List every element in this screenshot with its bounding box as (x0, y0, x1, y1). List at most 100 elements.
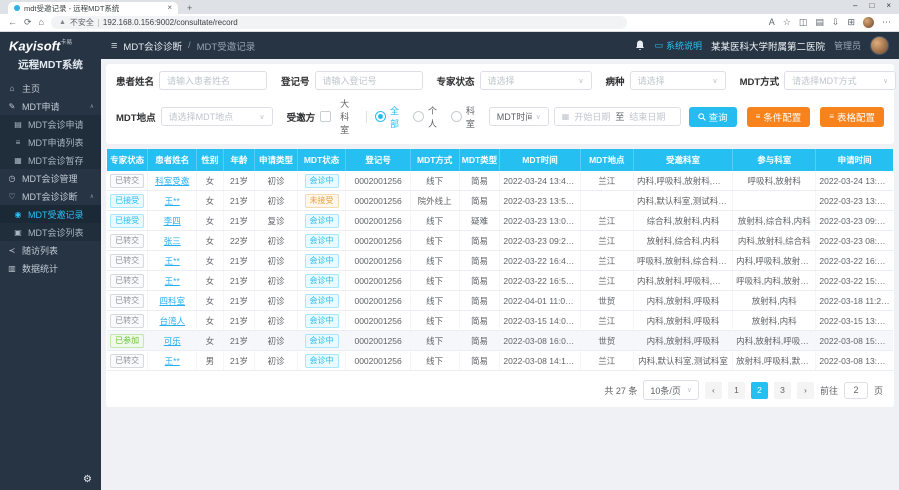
date-range-picker[interactable]: ▦ 开始日期 至 结束日期 (554, 107, 681, 126)
table-row[interactable]: 已接受王**女21岁初诊未接受0002001256院外线上简易2022-03-2… (107, 191, 893, 211)
patient-name-link[interactable]: 王** (165, 196, 180, 206)
invitee-radio-all[interactable]: 全部 (375, 104, 402, 130)
table-row[interactable]: 已接受李四女21岁复诊会诊中0002001256线下疑难2022-03-23 1… (107, 211, 893, 231)
system-help-link[interactable]: ▭ 系统说明 (654, 39, 702, 52)
table-row[interactable]: 已转交王**女21岁初诊会诊中0002001256线下简易2022-03-22 … (107, 271, 893, 291)
divider (366, 111, 367, 123)
sidebar-item[interactable]: ♡MDT会诊诊断∧ (0, 187, 101, 205)
patient-name-link[interactable]: 台湾人 (159, 316, 185, 326)
invitee-radio-dept[interactable]: 科室 (451, 104, 478, 130)
page-size-select[interactable]: 10条/页 ∨ (643, 380, 699, 400)
page-button[interactable]: 1 (728, 382, 745, 399)
cell-patient: 李四 (148, 211, 197, 231)
patient-name-link[interactable]: 王** (165, 356, 180, 366)
sidebar-item[interactable]: ▦MDT会诊暂存 (0, 151, 101, 169)
sidebar-item[interactable]: ≺随访列表 (0, 241, 101, 259)
minimize-icon[interactable]: – (853, 1, 857, 10)
mdt-mode-select[interactable]: 请选择MDT方式 ∨ (784, 71, 896, 90)
mdt-place-select[interactable]: 请选择MDT地点 ∨ (161, 107, 273, 126)
patient-name-link[interactable]: 科室受邀 (155, 176, 189, 186)
time-type-select[interactable]: MDT时间 ∨ (489, 107, 549, 126)
status-badge: 已转交 (110, 354, 144, 368)
page-button[interactable]: 3 (774, 382, 791, 399)
more-icon[interactable]: ⋯ (882, 18, 891, 27)
downloads-icon[interactable]: ⇩ (832, 18, 840, 27)
close-icon[interactable]: × (886, 1, 891, 10)
read-aloud-icon[interactable]: A (769, 18, 775, 27)
table-row[interactable]: 已参加可乐女21岁初诊会诊中0002001256线下简易2022-03-08 1… (107, 331, 893, 351)
refresh-icon[interactable]: ⟳ (24, 18, 32, 27)
breadcrumb-separator: / (188, 40, 191, 51)
patient-name-link[interactable]: 可乐 (164, 336, 181, 346)
table-row[interactable]: 已转交台湾人女21岁初诊会诊中0002001256线下简易2022-03-15 … (107, 311, 893, 331)
status-badge: 已转交 (110, 294, 144, 308)
table-row[interactable]: 已转交张三女22岁初诊会诊中0002001256线下简易2022-03-23 0… (107, 231, 893, 251)
cell-apply_time: 2022-03-18 11:28:25 (816, 291, 893, 311)
settings-gear-icon[interactable]: ⚙ (83, 474, 92, 485)
cell-join_depts: 内科,放射科,综合科 (733, 231, 816, 251)
cell-apply_type: 初诊 (255, 191, 297, 211)
sidebar-item[interactable]: ▣MDT会诊列表 (0, 223, 101, 241)
menu-collapse-icon[interactable]: ≡ (111, 40, 117, 52)
condition-config-button[interactable]: ≡ 条件配置 (747, 107, 811, 127)
patient-name-link[interactable]: 李四 (164, 216, 181, 226)
cell-mdt_time: 2022-03-23 13:00:00 (500, 211, 580, 231)
column-header: 申请类型 (255, 149, 297, 171)
patient-name-link[interactable]: 王** (165, 256, 180, 266)
sidebar: Kayisoft卡易 远程MDT系统 ⌂主页✎MDT申请∧▤MDT会诊申请≡MD… (0, 32, 101, 490)
cell-invited_depts: 内科,放射科,呼吸科 (634, 331, 733, 351)
search-button[interactable]: 查询 (689, 107, 737, 127)
sidebar-item[interactable]: ▥数据统计 (0, 259, 101, 277)
browser-profile-avatar[interactable] (863, 17, 874, 28)
top-header: ≡ MDT会诊诊断 / MDT受邀记录 ▭ 系统说明 某某医科大学附属第二医院 … (101, 32, 899, 59)
sidebar-item[interactable]: ✎MDT申请∧ (0, 97, 101, 115)
patient-name-link[interactable]: 张三 (164, 236, 181, 246)
sidebar-item[interactable]: ⌂主页 (0, 79, 101, 97)
sidebar-item[interactable]: ▤MDT会诊申请 (0, 115, 101, 133)
nav-home-icon[interactable]: ⌂ (39, 18, 44, 27)
cell-invited_depts: 内科,默认科室,测试科室 (634, 351, 733, 371)
table-row[interactable]: 已转交四科室女21岁初诊会诊中0002001256线下简易2022-04-01 … (107, 291, 893, 311)
sidebar-item[interactable]: ◉MDT受邀记录 (0, 205, 101, 223)
sidebar-item[interactable]: ≡MDT申请列表 (0, 133, 101, 151)
logo-text: Kayisoft (9, 38, 60, 53)
new-tab-button[interactable]: + (187, 3, 192, 13)
table-config-button[interactable]: ≡ 表格配置 (820, 107, 884, 127)
bell-icon[interactable] (635, 40, 645, 51)
cell-apply_time: 2022-03-24 13:37:44 (816, 171, 893, 191)
sidebar-item[interactable]: ◷MDT会诊管理 (0, 169, 101, 187)
sidebar-item-label: MDT会诊申请 (28, 118, 84, 131)
split-icon[interactable]: ◫ (799, 18, 808, 27)
prev-page-button[interactable]: ‹ (705, 382, 722, 399)
patient-name-link[interactable]: 四科室 (159, 296, 185, 306)
collections-icon[interactable]: ▤ (815, 18, 824, 27)
invitee-radio-personal[interactable]: 个人 (413, 104, 440, 130)
table-row[interactable]: 已转交科室受邀女21岁初诊会诊中0002001256线下简易2022-03-24… (107, 171, 893, 191)
table-row[interactable]: 已转交王**男21岁初诊会诊中0002001256线下简易2022-03-08 … (107, 351, 893, 371)
status-badge: 会诊中 (305, 214, 339, 228)
expert-status-select[interactable]: 请选择 ∨ (480, 71, 592, 90)
goto-page-input[interactable] (844, 382, 868, 399)
user-avatar[interactable] (870, 36, 889, 55)
chevron-down-icon: ∨ (578, 77, 583, 85)
cell-invited_depts: 综合科,放射科,内科 (634, 211, 733, 231)
maximize-icon[interactable]: □ (869, 1, 874, 10)
next-page-button[interactable]: › (797, 382, 814, 399)
page-button[interactable]: 2 (751, 382, 768, 399)
table-row[interactable]: 已转交王**女21岁初诊会诊中0002001256线下简易2022-03-22 … (107, 251, 893, 271)
clock-icon: ◷ (7, 174, 17, 183)
tab-close-icon[interactable]: × (167, 4, 172, 12)
browser-tab[interactable]: mdt受邀记录 - 远程MDT系统 × (8, 2, 178, 14)
big-dept-checkbox[interactable] (320, 111, 331, 122)
disease-select[interactable]: 请选择 ∨ (630, 71, 726, 90)
url-field[interactable]: ▲ 不安全 192.168.0.156:9002/consultate/reco… (51, 16, 627, 29)
cell-mdt_place: 兰江 (580, 311, 633, 331)
radio-all-label: 全部 (390, 104, 402, 130)
register-no-input[interactable] (315, 71, 423, 90)
favorite-icon[interactable]: ☆ (783, 18, 791, 27)
back-icon[interactable]: ← (8, 18, 17, 27)
sidebar-menu: ⌂主页✎MDT申请∧▤MDT会诊申请≡MDT申请列表▦MDT会诊暂存◷MDT会诊… (0, 79, 101, 490)
extensions-icon[interactable]: ⊞ (847, 18, 855, 27)
patient-name-link[interactable]: 王** (165, 276, 180, 286)
patient-name-input[interactable] (159, 71, 267, 90)
